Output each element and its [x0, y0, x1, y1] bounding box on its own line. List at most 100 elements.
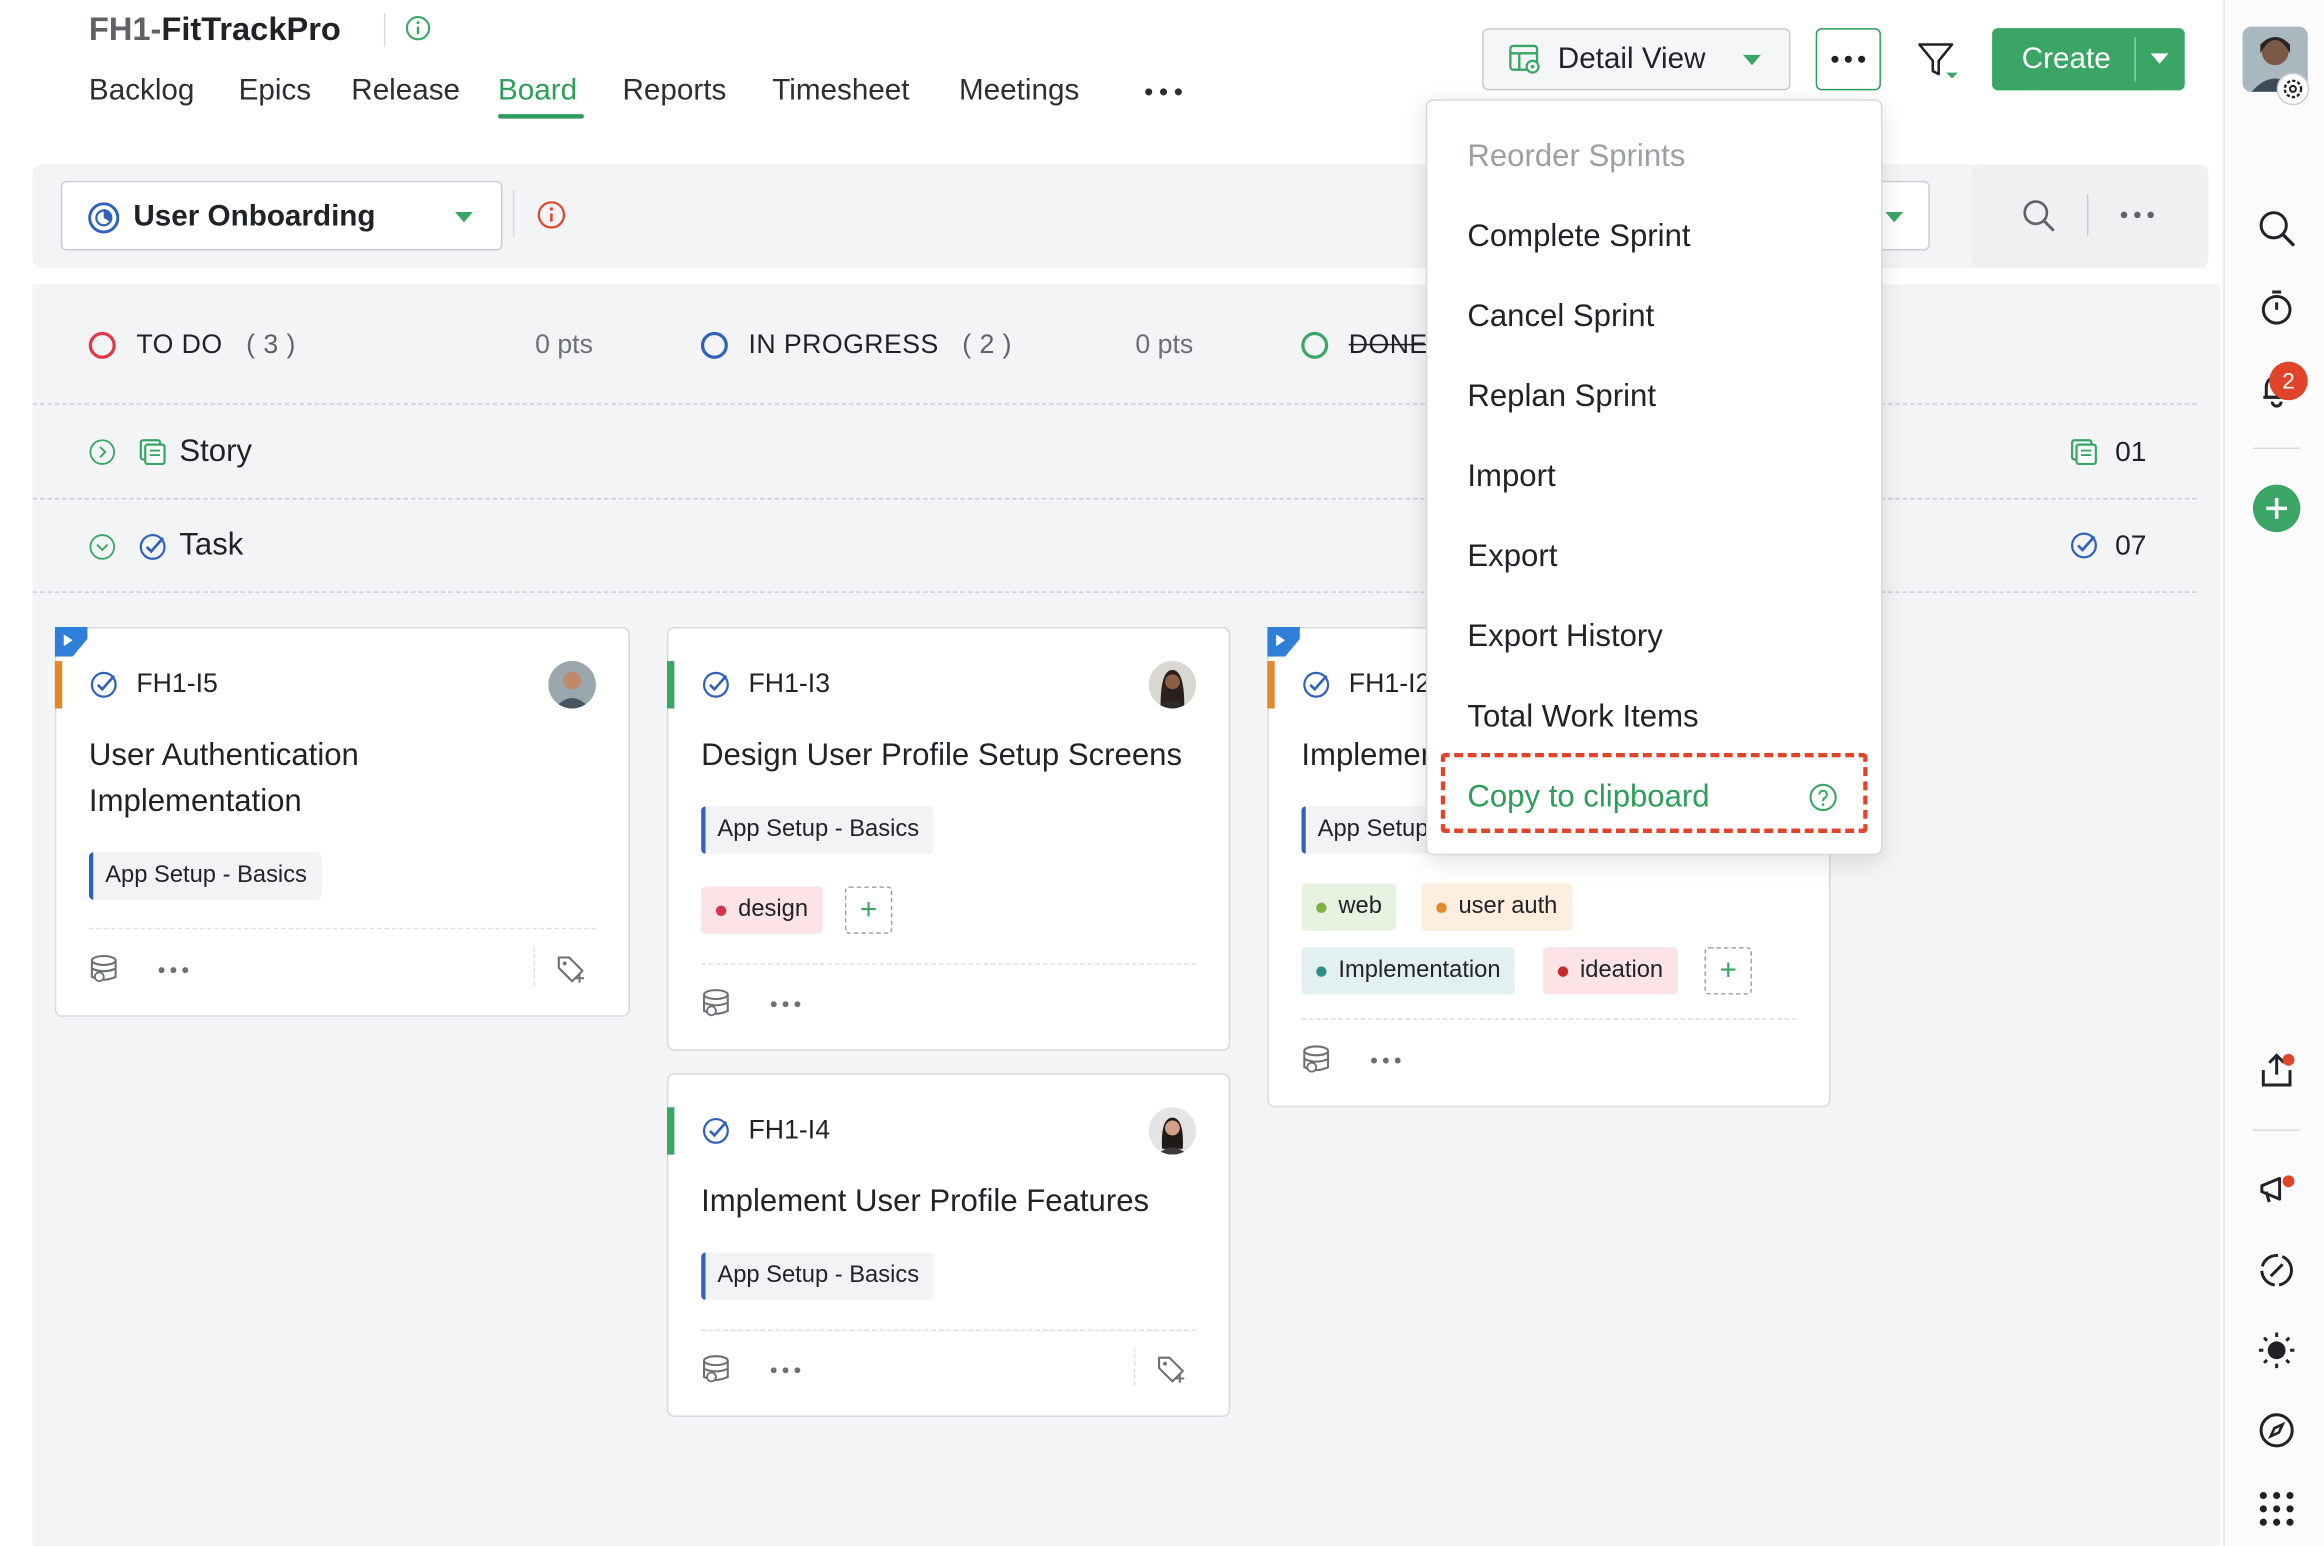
label-tag[interactable]: user auth [1421, 883, 1573, 931]
task-count-icon [2069, 531, 2099, 561]
card-divider [533, 947, 537, 986]
board-more-icon[interactable] [2120, 210, 2156, 219]
collapse-task-icon[interactable] [89, 534, 116, 561]
add-label-button[interactable]: + [1704, 947, 1752, 995]
detail-view-icon [1507, 42, 1543, 78]
card-fh1-i5[interactable]: FH1-I5 User Authentication Implementatio… [54, 626, 630, 1017]
tag-label: Implementation [1338, 957, 1501, 983]
project-info-icon[interactable] [405, 15, 432, 42]
column-inprogress-name: IN PROGRESS [748, 329, 939, 359]
tag-dot [1316, 901, 1327, 913]
create-button[interactable]: Create [1992, 28, 2185, 91]
story-count-icon [2069, 437, 2099, 467]
storage-icon[interactable] [1301, 1043, 1334, 1076]
priority-bar [666, 1107, 675, 1155]
link-icon[interactable] [2256, 1249, 2298, 1291]
nav-reports[interactable]: Reports [623, 74, 727, 108]
nav-active-underline [498, 114, 584, 119]
card-more-icon[interactable] [1370, 1057, 1403, 1064]
card-fh1-i3[interactable]: FH1-I3 Design User Profile Setup Screens… [666, 626, 1231, 1051]
card-id[interactable]: FH1-I4 [749, 1115, 831, 1146]
share-upload-icon[interactable] [2256, 1049, 2298, 1091]
assignee-avatar[interactable] [1148, 1107, 1197, 1155]
epic-tag[interactable]: App Setup - Basics [701, 806, 934, 854]
detail-view-button[interactable]: Detail View [1482, 28, 1791, 91]
nav-release[interactable]: Release [351, 74, 460, 108]
filter-icon[interactable] [1916, 40, 1960, 82]
column-todo-count: ( 3 ) [246, 329, 296, 359]
expand-story-icon[interactable] [89, 439, 116, 466]
card-id[interactable]: FH1-I5 [136, 668, 218, 699]
add-label-button[interactable]: + [844, 886, 893, 934]
sprint-select[interactable]: User Onboarding [60, 180, 503, 251]
menu-item-total-work-items[interactable]: Total Work Items [1467, 700, 1698, 736]
title-divider [383, 13, 386, 46]
card-more-icon[interactable] [157, 966, 190, 974]
assignee-avatar[interactable] [548, 661, 596, 709]
card-divider [88, 927, 596, 930]
nav-board[interactable]: Board [498, 74, 577, 108]
card-title-line: Implementation [88, 784, 302, 819]
menu-item-import[interactable]: Import [1467, 459, 1555, 495]
label-tag[interactable]: Implementation [1301, 947, 1516, 995]
compass-icon[interactable] [2256, 1410, 2298, 1452]
swimlane-task-label[interactable]: Task [179, 528, 243, 564]
card-title[interactable]: Implement User Profile Features [701, 1178, 1149, 1224]
card-id[interactable]: FH1-I2 [1349, 668, 1431, 699]
create-chevron-icon[interactable] [2149, 52, 2170, 65]
epic-tag[interactable]: App Setup - Basics [701, 1252, 934, 1300]
menu-item-cancel-sprint[interactable]: Cancel Sprint [1467, 299, 1654, 335]
create-divider [2134, 37, 2136, 82]
epic-tag[interactable]: App Setup [1301, 806, 1444, 854]
swimlane-story-label[interactable]: Story [179, 434, 252, 470]
menu-item-replan-sprint[interactable]: Replan Sprint [1467, 379, 1656, 415]
column-done-name: DONE [1348, 329, 1428, 359]
swimlane-task-count: 07 [2115, 530, 2147, 562]
card-more-icon[interactable] [769, 1000, 802, 1008]
task-icon [138, 532, 168, 562]
add-tag-icon[interactable] [1156, 1353, 1189, 1386]
storage-icon[interactable] [701, 1353, 734, 1386]
tag-label: user auth [1458, 893, 1558, 919]
card-id[interactable]: FH1-I3 [749, 668, 831, 699]
nav-epics[interactable]: Epics [239, 74, 311, 108]
theme-sun-icon[interactable] [2256, 1330, 2298, 1372]
card-more-icon[interactable] [769, 1367, 802, 1374]
sidebar-divider [2252, 447, 2301, 450]
storage-icon[interactable] [89, 953, 122, 986]
create-label: Create [2021, 42, 2111, 75]
label-tag[interactable]: design [701, 886, 823, 934]
storage-icon[interactable] [701, 987, 734, 1020]
tools-divider [2086, 194, 2089, 236]
menu-item-export-history[interactable]: Export History [1467, 620, 1662, 656]
add-tag-icon[interactable] [556, 953, 589, 986]
menu-item-complete-sprint[interactable]: Complete Sprint [1467, 219, 1690, 255]
sprint-info-icon[interactable] [537, 200, 567, 230]
priority-bar [1267, 661, 1275, 709]
settings-gear-icon[interactable] [2276, 72, 2310, 106]
more-actions-button[interactable] [1815, 28, 1881, 91]
announcement-icon[interactable] [2256, 1168, 2298, 1210]
tag-label: design [738, 896, 809, 922]
epic-tag[interactable]: App Setup - Basics [88, 852, 322, 900]
apps-grid-icon[interactable] [2259, 1491, 2295, 1527]
card-divider [1133, 1347, 1137, 1386]
search-icon[interactable] [2256, 208, 2298, 250]
menu-item-export[interactable]: Export [1467, 540, 1557, 576]
label-tag[interactable]: web [1301, 883, 1397, 931]
column-inprogress-count: ( 2 ) [962, 329, 1012, 359]
nav-timesheet[interactable]: Timesheet [772, 74, 909, 108]
nav-more-icon[interactable] [1144, 86, 1183, 98]
card-title[interactable]: User Authentication Implementation [89, 732, 359, 824]
assignee-avatar[interactable] [1148, 661, 1197, 709]
label-tag[interactable]: ideation [1542, 947, 1678, 995]
add-icon[interactable] [2252, 484, 2301, 533]
card-title[interactable]: Design User Profile Setup Screens [701, 732, 1182, 778]
card-fh1-i4[interactable]: FH1-I4 Implement User Profile Features A… [666, 1073, 1231, 1417]
more-actions-menu: Reorder Sprints Complete Sprint Cancel S… [1425, 99, 1883, 856]
nav-backlog[interactable]: Backlog [89, 74, 194, 108]
priority-bar [54, 661, 63, 709]
board-search-icon[interactable] [2020, 197, 2056, 233]
nav-meetings[interactable]: Meetings [959, 74, 1079, 108]
timer-icon[interactable] [2256, 288, 2298, 330]
